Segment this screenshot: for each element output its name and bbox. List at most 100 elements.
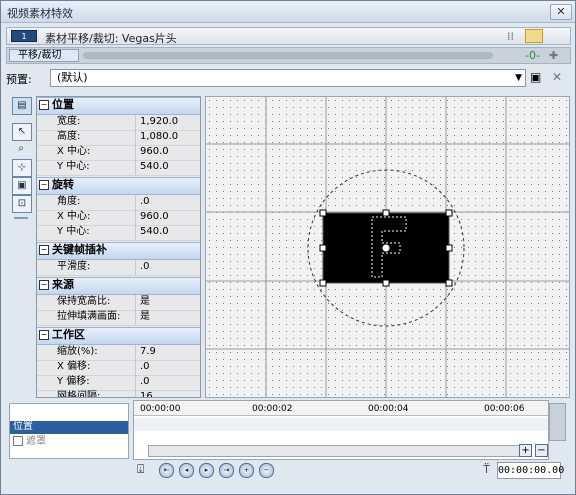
- handle-top[interactable]: [382, 209, 390, 217]
- keyframe-row[interactable]: [134, 418, 548, 431]
- fx-chain-item[interactable]: 平移/裁切: [9, 49, 79, 62]
- collapse-icon[interactable]: −: [39, 180, 49, 190]
- preset-value: (默认): [57, 71, 88, 84]
- ruler-tick-label: 00:00:04: [368, 404, 409, 414]
- sync-cursor-icon[interactable]: ⍗: [137, 462, 144, 477]
- timeline-area[interactable]: 00:00:00 00:00:02 00:00:04 00:00:06 ▸: [133, 400, 549, 460]
- delete-keyframe-icon[interactable]: −: [259, 463, 274, 478]
- property-row: X 中心: 960.0: [37, 210, 200, 226]
- property-row: 宽度: 1,920.0: [37, 115, 200, 131]
- collapse-icon[interactable]: −: [39, 245, 49, 255]
- fx-chain-bar: 平移/裁切 -0- ✚: [6, 47, 571, 64]
- fx-chain-track: [83, 52, 493, 59]
- property-label: 角度:: [57, 196, 81, 207]
- handle-bottom[interactable]: [382, 279, 390, 287]
- property-row: 拉伸填满画面: 是: [37, 310, 200, 326]
- property-value[interactable]: 16: [135, 390, 200, 397]
- vertical-scrollbar[interactable]: [549, 403, 566, 441]
- property-value[interactable]: 1,920.0: [135, 115, 200, 130]
- property-value[interactable]: .0: [135, 360, 200, 375]
- property-value[interactable]: .0: [135, 260, 200, 275]
- property-value[interactable]: 是: [135, 310, 200, 325]
- remove-plugin-icon[interactable]: ✚: [549, 49, 558, 62]
- next-keyframe-icon[interactable]: ▸: [199, 463, 214, 478]
- property-value[interactable]: 是: [135, 295, 200, 310]
- prev-keyframe-icon[interactable]: ◂: [179, 463, 194, 478]
- section-header[interactable]: − 旋转: [37, 177, 200, 195]
- property-value[interactable]: 960.0: [135, 145, 200, 160]
- normal-edit-tool-icon[interactable]: ▤: [12, 97, 32, 115]
- section-header[interactable]: − 工作区: [37, 327, 200, 345]
- tool-strip: ▤ ↖ ⌕ ⊹ ▣ ⊡: [6, 95, 35, 397]
- fx-header: 1 素材平移/裁切: Vegas片头 ⁞⁞: [6, 27, 571, 45]
- property-label: 高度:: [57, 131, 81, 142]
- center-point-icon[interactable]: [381, 243, 391, 253]
- preset-select[interactable]: (默认) ▼: [50, 69, 526, 87]
- lock-aspect-icon[interactable]: ▣: [12, 177, 32, 195]
- title-bar: 视频素材特效 ✕: [1, 1, 575, 23]
- collapse-icon[interactable]: −: [39, 280, 49, 290]
- scale-center-icon[interactable]: ⊡: [12, 195, 32, 213]
- section-title: 位置: [52, 98, 74, 111]
- property-value[interactable]: 960.0: [135, 210, 200, 225]
- mask-label: 遮罩: [26, 436, 46, 447]
- last-keyframe-icon[interactable]: ⇥: [219, 463, 234, 478]
- property-label: X 偏移:: [57, 361, 91, 372]
- pointer-tool-icon[interactable]: ↖: [12, 123, 32, 141]
- save-preset-icon[interactable]: ▣: [530, 70, 541, 84]
- property-value[interactable]: 540.0: [135, 160, 200, 175]
- property-row: Y 中心: 540.0: [37, 225, 200, 241]
- property-row: Y 偏移: .0: [37, 375, 200, 391]
- first-keyframe-icon[interactable]: ⇤: [159, 463, 174, 478]
- zoom-tool-icon[interactable]: ⌕: [12, 141, 30, 157]
- property-label: Y 偏移:: [57, 376, 90, 387]
- handle-top-right[interactable]: [445, 209, 453, 217]
- track-position-label: 位置: [13, 421, 33, 432]
- handle-top-left[interactable]: [319, 209, 327, 217]
- property-label: 平滑度:: [57, 261, 91, 272]
- collapse-icon[interactable]: −: [39, 330, 49, 340]
- plugin-chain-icon[interactable]: -0-: [525, 49, 540, 62]
- property-value[interactable]: 540.0: [135, 225, 200, 240]
- grip-icon: ⁞⁞: [507, 30, 514, 43]
- track-position[interactable]: 位置: [10, 421, 128, 434]
- property-value[interactable]: .0: [135, 375, 200, 390]
- section-header[interactable]: − 关键帧插补: [37, 242, 200, 260]
- fx-header-title: 素材平移/裁切: Vegas片头: [45, 32, 177, 45]
- handle-bottom-left[interactable]: [319, 279, 327, 287]
- timeline-track-list: 位置 遮罩: [9, 403, 129, 459]
- handle-left[interactable]: [319, 244, 327, 252]
- property-label: 宽度:: [57, 116, 81, 127]
- snap-grid-icon[interactable]: ⊹: [12, 159, 32, 177]
- property-value[interactable]: 1,080.0: [135, 130, 200, 145]
- section-title: 旋转: [52, 178, 74, 191]
- move-free-icon[interactable]: [14, 217, 28, 219]
- fx-chain-chip[interactable]: 1: [11, 30, 37, 42]
- horizontal-scrollbar[interactable]: [148, 445, 528, 457]
- collapse-icon[interactable]: −: [39, 100, 49, 110]
- section-header[interactable]: − 位置: [37, 97, 200, 115]
- property-row: X 偏移: .0: [37, 360, 200, 376]
- window-title: 视频素材特效: [7, 7, 73, 20]
- zoom-in-button[interactable]: +: [519, 444, 532, 457]
- property-value[interactable]: 7.9: [135, 345, 200, 360]
- section-title: 来源: [52, 278, 74, 291]
- zoom-out-button[interactable]: −: [535, 444, 548, 457]
- section-header[interactable]: − 来源: [37, 277, 200, 295]
- mask-checkbox[interactable]: [13, 436, 23, 446]
- property-label: X 中心:: [57, 146, 91, 157]
- delete-preset-icon[interactable]: ✕: [552, 70, 562, 84]
- property-row: 高度: 1,080.0: [37, 130, 200, 146]
- layout-toggle-icon[interactable]: [525, 29, 543, 43]
- close-button[interactable]: ✕: [550, 4, 572, 20]
- property-row: 缩放(%): 7.9: [37, 345, 200, 361]
- workspace-canvas[interactable]: [205, 96, 570, 398]
- property-value[interactable]: .0: [135, 195, 200, 210]
- time-display[interactable]: 00:00:00.00: [497, 462, 564, 479]
- preset-row: 预置: (默认) ▼ ▣ ✕: [6, 68, 571, 88]
- add-keyframe-icon[interactable]: +: [239, 463, 254, 478]
- handle-right[interactable]: [445, 244, 453, 252]
- handle-bottom-right[interactable]: [445, 279, 453, 287]
- timeline-ruler[interactable]: 00:00:00 00:00:02 00:00:04 00:00:06: [134, 401, 548, 416]
- property-row: 保持宽高比: 是: [37, 295, 200, 311]
